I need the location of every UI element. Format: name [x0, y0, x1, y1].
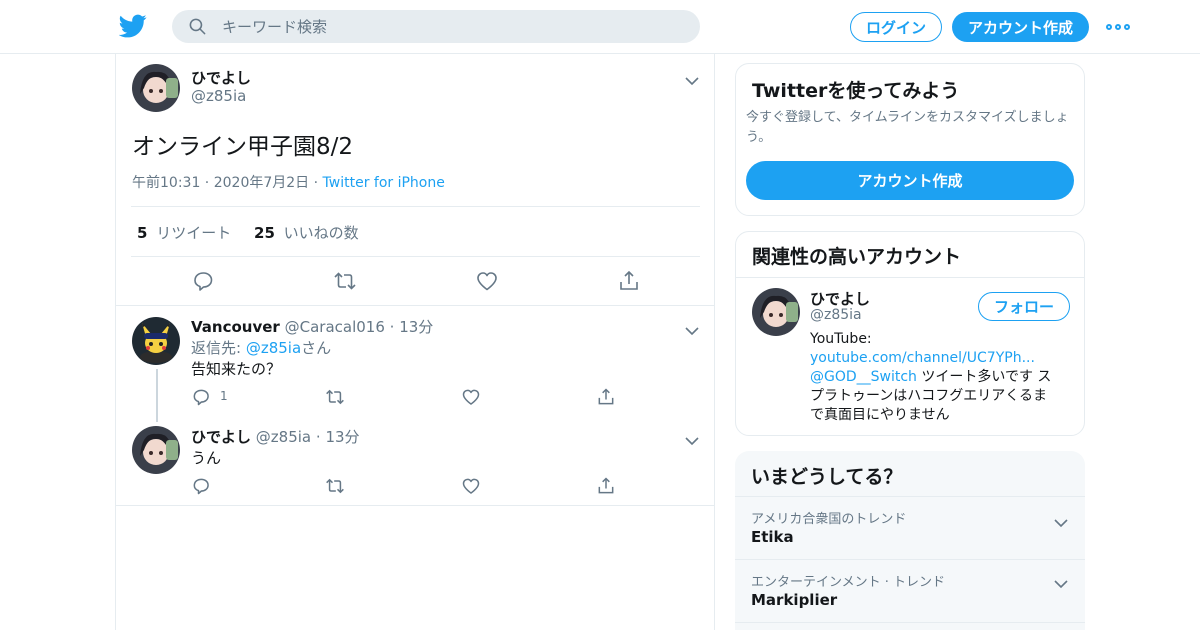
trend-context: エンターテインメント · トレンド — [751, 575, 946, 590]
like-heart-icon[interactable] — [475, 269, 499, 293]
bio-line: で真面目にやりません — [810, 407, 950, 423]
reply-text: うん — [191, 449, 222, 467]
share-icon[interactable] — [596, 476, 616, 496]
share-icon[interactable] — [596, 387, 616, 407]
twitter-bird-icon[interactable] — [118, 12, 147, 40]
chevron-down-icon[interactable] — [1054, 513, 1068, 528]
tweet-meta: 午前10:31 · 2020年7月2日 · Twitter for iPhone — [132, 175, 445, 191]
reply-count: 1 — [220, 389, 228, 403]
tweet-text: オンライン甲子園8/2 — [132, 134, 354, 160]
retweet-icon[interactable] — [325, 387, 345, 407]
divider — [735, 622, 1085, 623]
more-dots-icon[interactable] — [1106, 18, 1130, 36]
reply-to-suffix: さん — [301, 339, 332, 357]
divider — [736, 277, 1084, 278]
reply-author-name[interactable]: ひでよし — [191, 428, 251, 446]
signup-button[interactable]: アカウント作成 — [952, 12, 1089, 42]
tweet-author-handle[interactable]: @z85ia — [191, 87, 246, 105]
trend-item[interactable]: エンターテインメント · トレンド Markiplier — [735, 559, 1085, 622]
related-account-handle[interactable]: @z85ia — [810, 307, 862, 323]
reply-icon[interactable] — [191, 269, 215, 293]
login-button[interactable]: ログイン — [850, 12, 942, 42]
chevron-down-icon[interactable] — [1054, 574, 1068, 589]
search-input[interactable] — [222, 10, 682, 43]
signup-card-button[interactable]: アカウント作成 — [746, 161, 1074, 200]
like-count[interactable]: 25 — [254, 224, 275, 242]
tweet-date: 2020年7月2日 — [213, 175, 310, 191]
bio-line: @GOD__Switch ツイート多いです ス — [810, 369, 1052, 385]
tweet-time: 午前10:31 — [132, 175, 201, 191]
bio-mention-link[interactable]: @GOD__Switch — [810, 369, 917, 385]
related-accounts-card: 関連性の高いアカウント ひでよし @z85ia フォロー YouTube: yo… — [735, 231, 1085, 436]
reply-author-handle[interactable]: @z85ia — [256, 428, 311, 446]
bio-line: YouTube: — [810, 331, 872, 347]
reply-header: ひでよし @z85ia · 13分 — [191, 428, 360, 446]
reply-author-handle[interactable]: @Caracal016 — [285, 318, 385, 336]
divider — [116, 305, 714, 306]
retweet-icon[interactable] — [325, 476, 345, 496]
chevron-down-icon[interactable] — [685, 431, 699, 446]
reply-to-link[interactable]: @z85ia — [246, 339, 301, 357]
thread-line — [156, 369, 158, 422]
chevron-down-icon[interactable] — [685, 321, 699, 336]
reply-header: Vancouver @Caracal016 · 13分 — [191, 318, 434, 336]
reply-text: 告知来たの？ — [191, 360, 282, 378]
avatar[interactable] — [752, 288, 800, 336]
avatar[interactable] — [132, 317, 180, 365]
avatar[interactable] — [132, 426, 180, 474]
reply-icon[interactable] — [191, 476, 211, 496]
trends-card: いまどうしてる？ アメリカ合衆国のトレンド Etika エンターテインメント ·… — [735, 451, 1085, 630]
retweet-icon[interactable] — [333, 269, 357, 293]
divider — [116, 505, 714, 506]
retweet-count[interactable]: 5 — [137, 224, 147, 242]
related-account-bio: YouTube: youtube.com/channel/UC7YPh... @… — [810, 330, 1072, 425]
share-icon[interactable] — [617, 269, 641, 293]
trend-name: Markiplier — [751, 591, 838, 609]
reply-time[interactable]: 13分 — [399, 318, 433, 336]
top-navigation-bar: ログイン アカウント作成 — [0, 0, 1200, 54]
related-account-name[interactable]: ひでよし — [810, 288, 870, 309]
trend-item[interactable]: アメリカ合衆国のトレンド Etika — [735, 496, 1085, 559]
reply-to-line: 返信先: @z85iaさん — [191, 337, 331, 358]
trend-context: アメリカ合衆国のトレンド — [751, 512, 907, 527]
follow-button[interactable]: フォロー — [978, 292, 1070, 321]
search-icon — [189, 18, 206, 35]
related-accounts-title: 関連性の高いアカウント — [752, 246, 962, 268]
tweet-stats: 5 リツイート 25 いいねの数 — [137, 222, 359, 243]
like-heart-icon[interactable] — [461, 476, 481, 496]
reply-to-label: 返信先: — [191, 339, 242, 357]
bio-line: プラトゥーンはハコフグエリアくるま — [810, 388, 1048, 404]
trends-title: いまどうしてる？ — [751, 466, 903, 488]
tweet-author-name[interactable]: ひでよし — [191, 67, 251, 88]
trend-name: Etika — [751, 528, 794, 546]
reply-author-name[interactable]: Vancouver — [191, 318, 280, 336]
reply-time[interactable]: 13分 — [325, 428, 359, 446]
avatar[interactable] — [132, 64, 180, 112]
like-heart-icon[interactable] — [461, 387, 481, 407]
bio-youtube-link[interactable]: youtube.com/channel/UC7YPh... — [810, 349, 1072, 368]
retweet-label[interactable]: リツイート — [156, 224, 231, 242]
like-label[interactable]: いいねの数 — [284, 224, 359, 242]
search-box[interactable] — [172, 10, 700, 43]
chevron-down-icon[interactable] — [685, 71, 699, 86]
tweet-source-link[interactable]: Twitter for iPhone — [323, 175, 445, 191]
signup-card-description: 今すぐ登録して、タイムラインをカスタマイズしましょう。 — [746, 110, 1069, 145]
signup-card: Twitterを使ってみよう 今すぐ登録して、タイムラインをカスタマイズしましょ… — [735, 63, 1085, 216]
divider — [131, 256, 700, 257]
tweet-column: ひでよし @z85ia オンライン甲子園8/2 午前10:31 · 2020年7… — [115, 54, 715, 630]
divider — [131, 206, 700, 207]
reply-icon[interactable] — [191, 387, 211, 407]
signup-card-title: Twitterを使ってみよう — [752, 80, 960, 102]
